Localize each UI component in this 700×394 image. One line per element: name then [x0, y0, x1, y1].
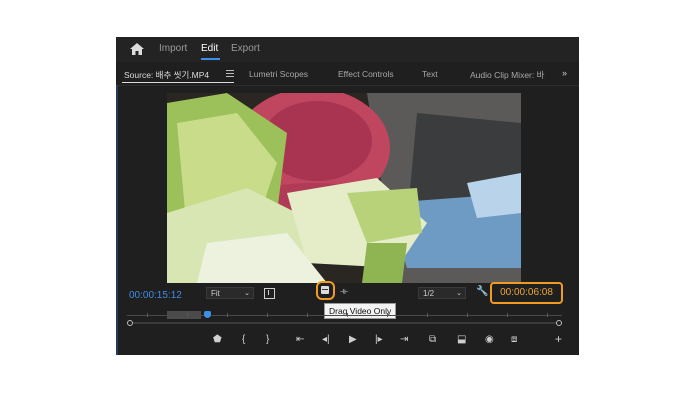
in-out-range — [167, 311, 201, 319]
add-icon[interactable]: + — [555, 332, 562, 346]
ruler-tick — [387, 313, 388, 317]
panel-tabs: Source: 배추 씻기.MP4 Lumetri Scopes Effect … — [116, 64, 579, 86]
tab-effect-controls[interactable]: Effect Controls — [338, 69, 394, 79]
ruler-tick — [187, 313, 188, 317]
ruler-tick — [427, 313, 428, 317]
ruler-tick — [147, 313, 148, 317]
bracket-icon[interactable] — [264, 288, 275, 299]
mark-in-icon[interactable]: { — [242, 334, 245, 345]
ruler-tick — [547, 313, 548, 317]
playhead[interactable] — [204, 311, 211, 318]
premiere-window: Import Edit Export Source: 배추 씻기.MP4 Lum… — [116, 37, 579, 355]
nav-import[interactable]: Import — [159, 43, 187, 54]
zoom-scrollbar[interactable] — [127, 320, 562, 326]
scroll-track — [131, 322, 558, 324]
drag-video-only-icon[interactable] — [321, 286, 329, 294]
workspace-bar: Import Edit Export — [116, 37, 579, 62]
chevron-down-icon: ⌄ — [456, 290, 462, 297]
scroll-end-handle[interactable] — [556, 320, 562, 326]
zoom-select[interactable]: Fit ⌄ — [206, 287, 254, 299]
mark-out-icon[interactable]: } — [266, 334, 269, 345]
active-nav-indicator — [201, 58, 220, 60]
marker-icon[interactable]: ⬟ — [213, 334, 222, 345]
go-to-out-icon[interactable]: ⇥ — [400, 334, 408, 345]
scroll-start-handle[interactable] — [127, 320, 133, 326]
more-tabs-icon[interactable]: » — [562, 68, 567, 78]
wrench-icon[interactable]: 🔧 — [476, 286, 488, 297]
ruler-tick — [467, 313, 468, 317]
video-image — [167, 93, 521, 283]
chevron-down-icon: ⌄ — [244, 290, 250, 297]
ruler-tick — [227, 313, 228, 317]
time-ruler[interactable] — [127, 311, 562, 319]
step-forward-icon[interactable]: |▸ — [375, 334, 383, 345]
export-frame-icon[interactable]: ◉ — [485, 334, 494, 345]
ruler-tick — [507, 313, 508, 317]
ruler-tick — [307, 313, 308, 317]
panel-menu-icon[interactable] — [226, 70, 234, 77]
step-back-icon[interactable]: ◂| — [322, 334, 330, 345]
panel-focus-edge — [116, 85, 118, 355]
duration-timecode: 00:00:06:08 — [490, 282, 563, 304]
playhead-timecode[interactable]: 00:00:15:12 — [129, 290, 182, 301]
go-to-in-icon[interactable]: ⇤ — [296, 334, 304, 345]
active-tab-indicator — [122, 82, 234, 83]
zoom-value: Fit — [211, 289, 220, 298]
ruler-tick — [347, 313, 348, 317]
home-icon[interactable] — [129, 42, 145, 56]
button-editor-icon[interactable]: ⧈ — [511, 334, 517, 345]
nav-edit[interactable]: Edit — [201, 43, 218, 54]
tab-lumetri-scopes[interactable]: Lumetri Scopes — [249, 69, 308, 79]
resolution-value: 1/2 — [423, 289, 435, 298]
video-frame[interactable] — [167, 93, 521, 283]
insert-icon[interactable]: ⧉ — [429, 334, 436, 345]
nav-export[interactable]: Export — [231, 43, 260, 54]
overwrite-icon[interactable]: ⬓ — [457, 334, 466, 345]
tab-text[interactable]: Text — [422, 69, 438, 79]
tab-audio-clip-mixer[interactable]: Audio Clip Mixer: 바 — [470, 69, 544, 81]
drag-audio-only-icon[interactable]: ⟛ — [340, 286, 348, 297]
tab-source[interactable]: Source: 배추 씻기.MP4 — [124, 69, 209, 81]
playback-resolution-select[interactable]: 1/2 ⌄ — [418, 287, 466, 299]
ruler-tick — [267, 313, 268, 317]
play-icon[interactable]: ▶ — [349, 334, 357, 345]
